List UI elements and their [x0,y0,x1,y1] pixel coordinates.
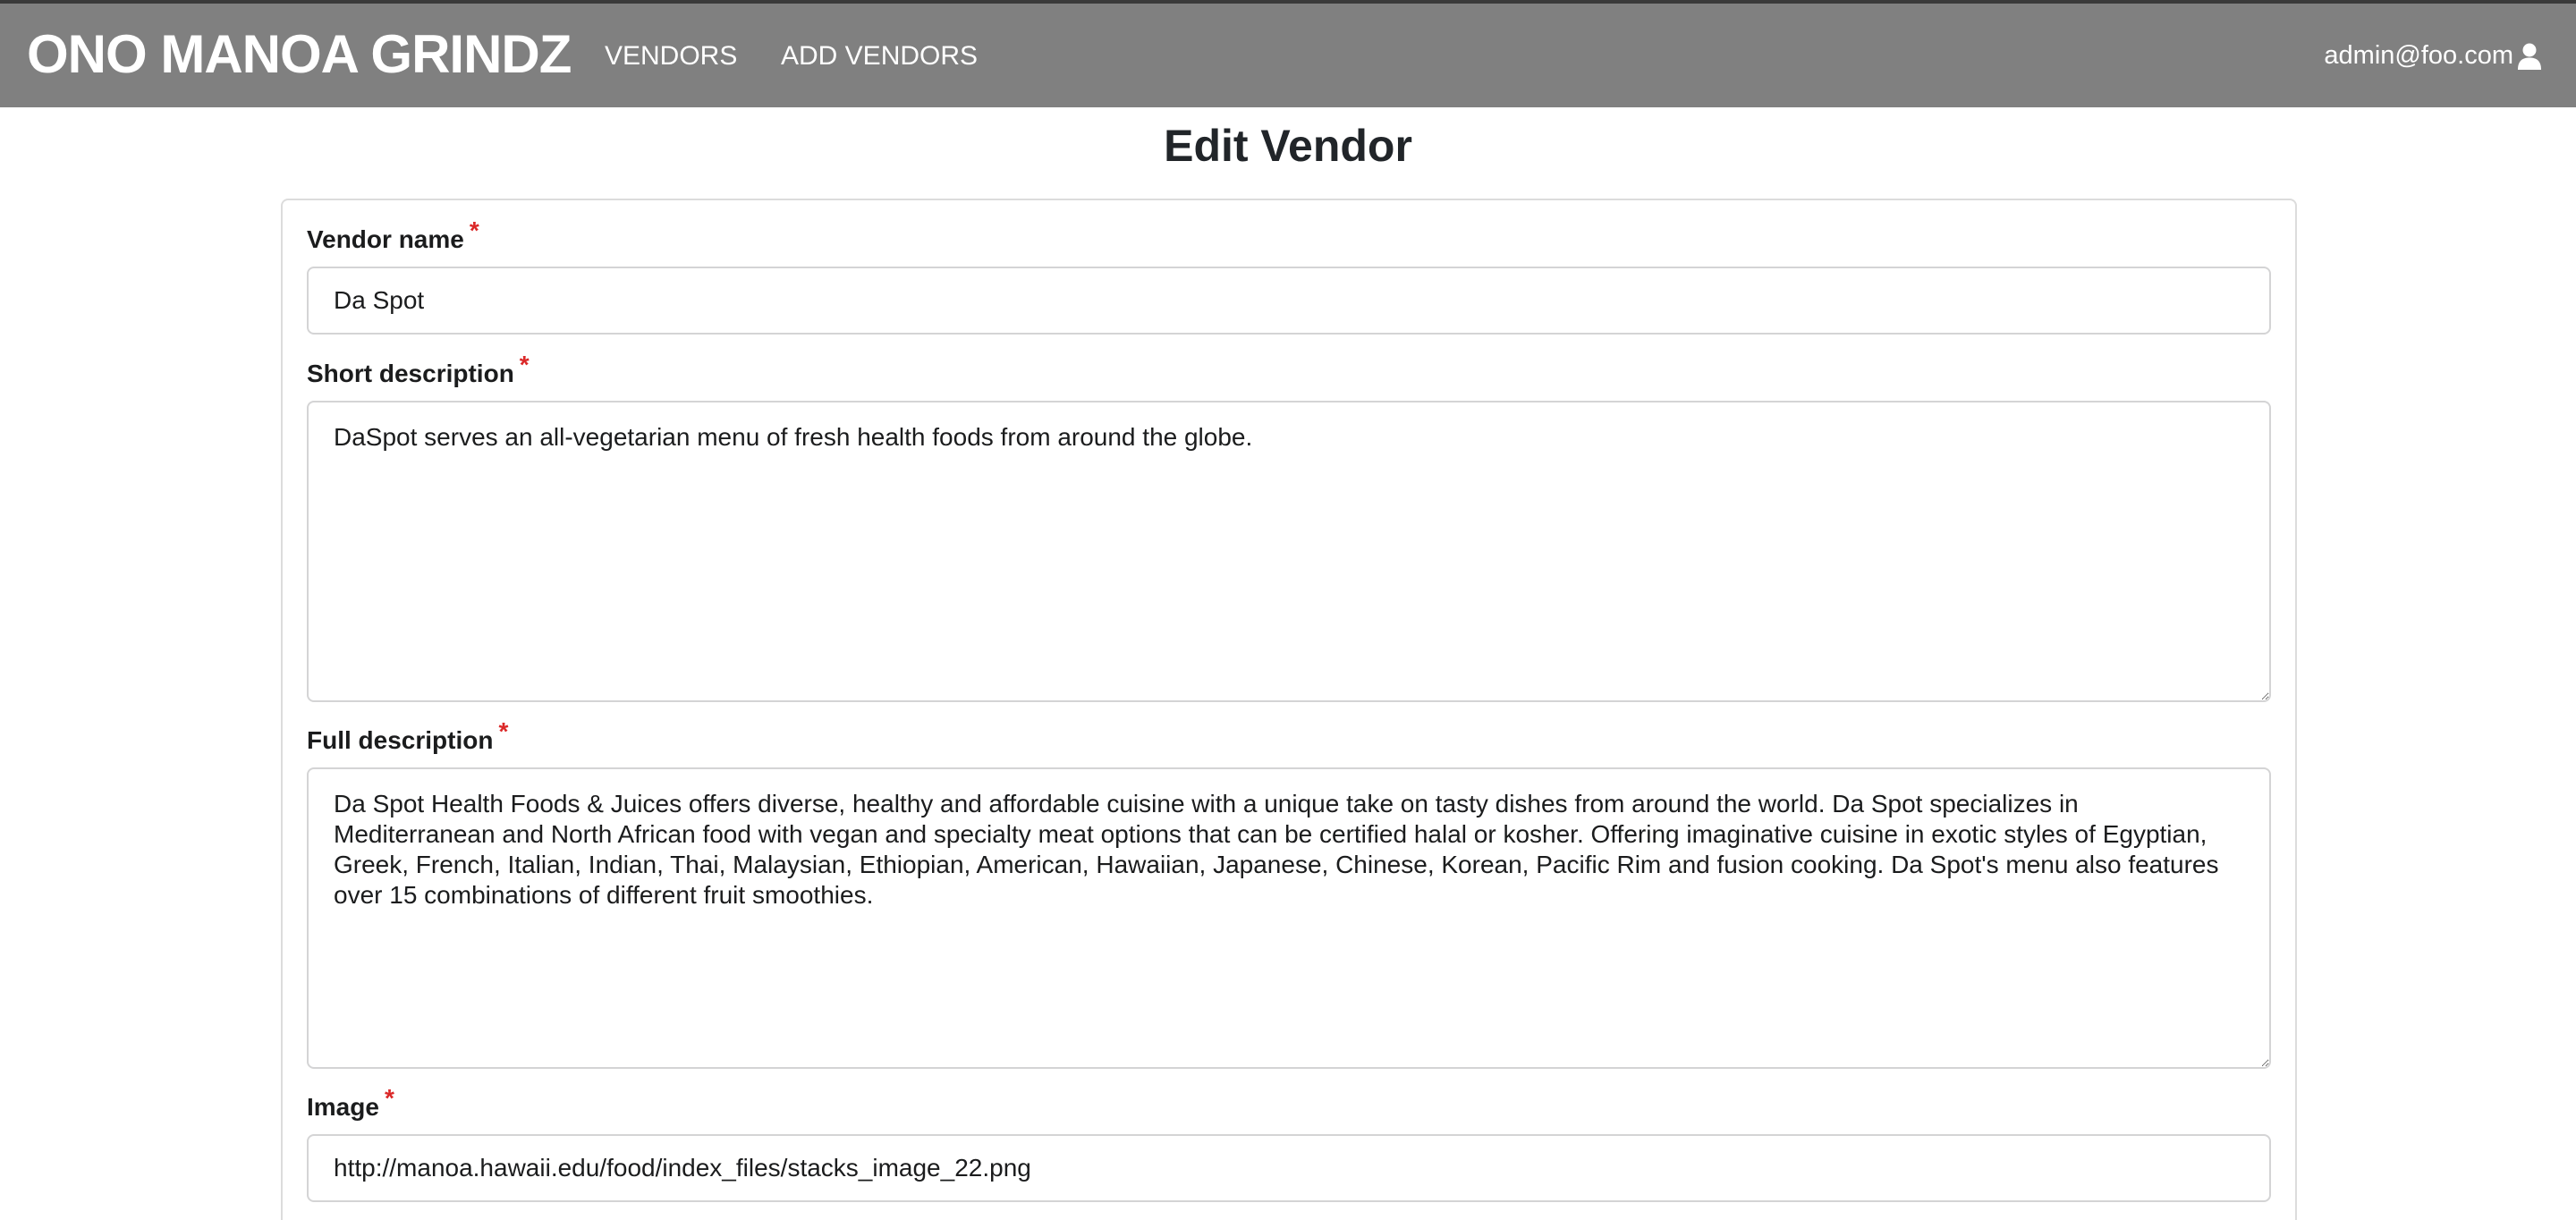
page-title: Edit Vendor [1164,121,1412,171]
required-marker: * [384,1084,394,1112]
full-description-label-text: Full description [307,726,494,754]
vendor-name-label: Vendor name * [307,216,479,254]
image-label: Image * [307,1084,394,1122]
nav-vendors-link[interactable]: VENDORS [605,41,737,72]
user-menu[interactable]: admin@foo.com [2324,41,2542,71]
image-label-text: Image [307,1093,379,1121]
user-email: admin@foo.com [2324,41,2513,70]
image-url-input[interactable] [307,1134,2271,1202]
short-description-label: Short description * [307,351,530,388]
short-description-label-text: Short description [307,360,514,387]
full-description-label: Full description * [307,717,508,755]
user-icon [2517,43,2542,70]
brand-logo[interactable]: ONO MANOA GRINDZ [27,23,572,85]
short-description-textarea[interactable]: DaSpot serves an all-vegetarian menu of … [307,401,2271,702]
nav-add-vendors-link[interactable]: ADD VENDORS [781,41,978,72]
required-marker: * [498,717,509,745]
vendor-name-input[interactable] [307,267,2271,335]
navbar: ONO MANOA GRINDZ VENDORS ADD VENDORS adm… [0,0,2576,107]
required-marker: * [519,351,530,378]
full-description-textarea[interactable]: Da Spot Health Foods & Juices offers div… [307,767,2271,1069]
vendor-name-label-text: Vendor name [307,225,464,253]
required-marker: * [469,216,479,244]
